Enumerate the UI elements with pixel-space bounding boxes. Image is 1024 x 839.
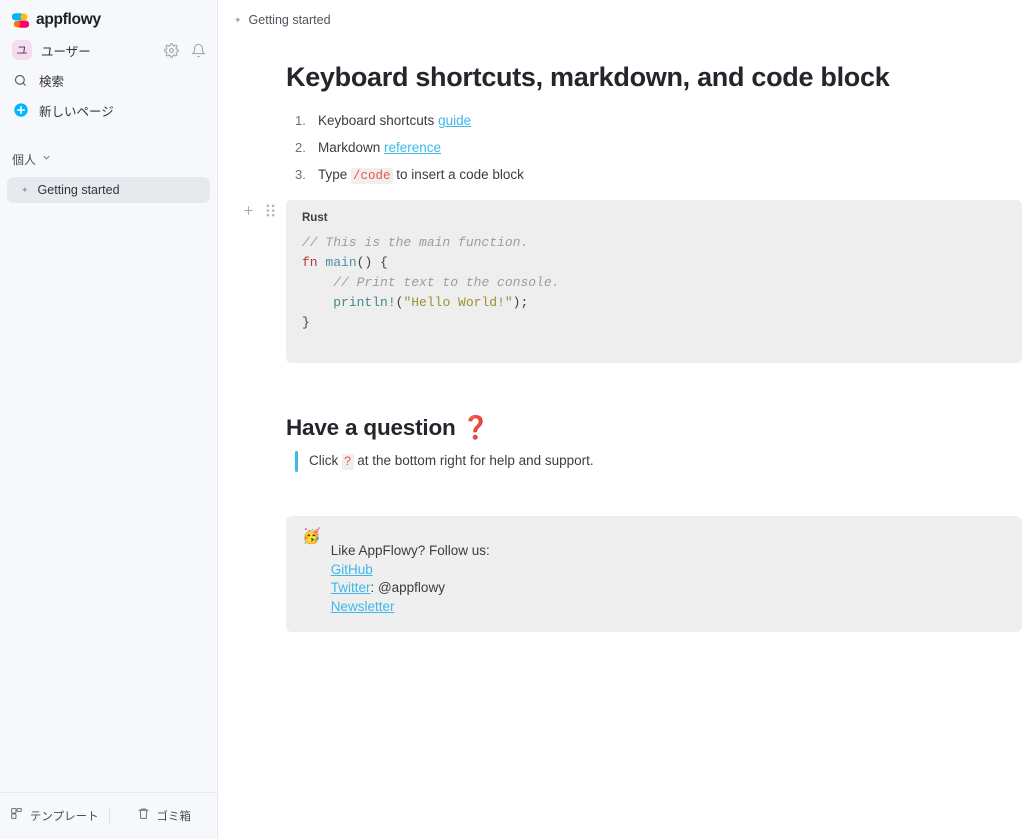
callout-line-twitter: Twitter: @appflowy	[331, 579, 490, 598]
twitter-suffix: : @appflowy	[370, 580, 445, 595]
bell-icon[interactable]	[189, 41, 207, 59]
sidebar-footer: テンプレート ゴミ箱	[0, 792, 218, 839]
list-item-text: Keyboard shortcuts guide	[318, 107, 471, 134]
list-number: 3.	[295, 167, 306, 182]
numbered-list: 1. Keyboard shortcuts guide 2. Markdown …	[286, 107, 984, 190]
list-item-pre: Markdown	[318, 140, 385, 155]
sidebar-item-getting-started[interactable]: ✦ Getting started	[7, 177, 210, 203]
code-block[interactable]: Rust // This is the main function. fn ma…	[286, 200, 1022, 363]
chevron-down-icon[interactable]	[41, 150, 52, 168]
sidebar-section-title: 個人	[12, 152, 37, 167]
list-number: 1.	[295, 113, 306, 128]
app-window: appflowy ユ ユーザー 検索 新しいページ 個人 ✦ Getting s…	[0, 0, 1024, 839]
callout-body: Like AppFlowy? Follow us: GitHub Twitter…	[331, 528, 490, 616]
list-item-text: Markdown reference	[318, 134, 441, 161]
list-item: 3. Type /code to insert a code block	[286, 161, 984, 190]
callout-line-github: GitHub	[331, 561, 490, 580]
quote-post: at the bottom right for help and support…	[353, 453, 594, 468]
document-body: Keyboard shortcuts, markdown, and code b…	[218, 40, 1024, 632]
newsletter-link[interactable]: Newsletter	[331, 599, 395, 614]
list-number: 2.	[295, 140, 306, 155]
app-logo: appflowy	[0, 0, 217, 35]
code-comment-2: // Print text to the console.	[333, 275, 560, 290]
quote-block: Click ? at the bottom right for help and…	[286, 451, 984, 472]
code-string: "Hello World!"	[403, 295, 513, 310]
guide-link[interactable]: guide	[438, 113, 471, 128]
callout-intro: Like AppFlowy? Follow us:	[330, 543, 490, 558]
code-language-label[interactable]: Rust	[302, 212, 1006, 224]
code-block-wrapper: Rust // This is the main function. fn ma…	[244, 200, 1022, 363]
inline-code-question: ?	[342, 454, 354, 470]
sidebar-item-search[interactable]: 検索	[0, 65, 217, 95]
list-item: 2. Markdown reference	[286, 134, 984, 161]
code-keyword-fn: fn	[302, 255, 318, 270]
trash-button[interactable]: ゴミ箱	[110, 807, 219, 825]
sidebar-item-label: 検索	[39, 74, 65, 89]
sidebar-section-personal[interactable]: 個人	[0, 147, 217, 171]
appflowy-pinwheel-logo-icon	[11, 12, 30, 29]
question-heading-text: Have a question	[286, 415, 462, 440]
plus-icon[interactable]	[241, 203, 256, 218]
user-profile-row[interactable]: ユ ユーザー	[0, 35, 217, 65]
templates-button[interactable]: テンプレート	[0, 807, 109, 825]
code-fn-name: main	[325, 255, 357, 270]
reference-link[interactable]: reference	[384, 140, 441, 155]
list-item-text: Type /code to insert a code block	[318, 161, 524, 190]
breadcrumb: ✦ Getting started	[218, 0, 1024, 40]
sidebar-item-label: 新しいページ	[39, 104, 114, 119]
question-mark-emoji: ❓	[461, 415, 490, 440]
plus-circle-icon	[12, 102, 29, 119]
template-icon	[10, 807, 23, 825]
party-face-emoji: 🥳	[302, 528, 321, 545]
list-item-pre: Type	[318, 167, 352, 182]
page-title: Keyboard shortcuts, markdown, and code b…	[286, 62, 890, 92]
code-punct-close: );	[512, 295, 529, 310]
twitter-link[interactable]: Twitter	[331, 580, 371, 595]
trash-icon	[137, 807, 150, 825]
list-item-pre: Keyboard shortcuts	[318, 113, 439, 128]
callout-line-newsletter: Newsletter	[331, 598, 490, 617]
code-indent-2	[302, 295, 333, 310]
app-logo-text: appflowy	[36, 11, 101, 28]
templates-label: テンプレート	[29, 811, 99, 823]
main-content: ✦ Getting started Keyboard shortcuts, ma…	[218, 0, 1024, 839]
code-content[interactable]: // This is the main function. fn main() …	[302, 233, 1006, 333]
sidebar-item-new-page[interactable]: 新しいページ	[0, 95, 217, 125]
callout-block[interactable]: 🥳 Like AppFlowy? Follow us: GitHub Twitt…	[286, 516, 1022, 632]
drag-handle-icon[interactable]	[263, 203, 278, 218]
search-icon	[12, 72, 29, 89]
avatar: ユ	[12, 40, 32, 60]
code-indent-1	[302, 275, 333, 290]
code-punct-2: }	[302, 315, 310, 330]
star-icon: ✦	[21, 184, 29, 195]
code-macro-println: println!	[333, 295, 396, 310]
gear-icon[interactable]	[162, 41, 180, 59]
inline-code-slash-code: /code	[351, 168, 393, 184]
star-icon: ✦	[234, 14, 242, 25]
quote-text: Click ? at the bottom right for help and…	[309, 451, 594, 472]
breadcrumb-label[interactable]: Getting started	[249, 13, 331, 27]
sidebar-page-label: Getting started	[37, 183, 120, 197]
list-item: 1. Keyboard shortcuts guide	[286, 107, 984, 134]
list-item-post: to insert a code block	[392, 167, 524, 182]
sidebar: appflowy ユ ユーザー 検索 新しいページ 個人 ✦ Getting s…	[0, 0, 218, 839]
user-name-label: ユーザー	[41, 44, 91, 59]
github-link[interactable]: GitHub	[331, 562, 373, 577]
block-controls	[241, 203, 278, 218]
code-comment-1: // This is the main function.	[302, 235, 529, 250]
quote-pre: Click	[309, 453, 342, 468]
question-heading: Have a question ❓	[286, 415, 984, 441]
trash-label: ゴミ箱	[156, 811, 192, 823]
quote-bar	[295, 451, 298, 472]
code-punct-1: () {	[356, 255, 388, 270]
